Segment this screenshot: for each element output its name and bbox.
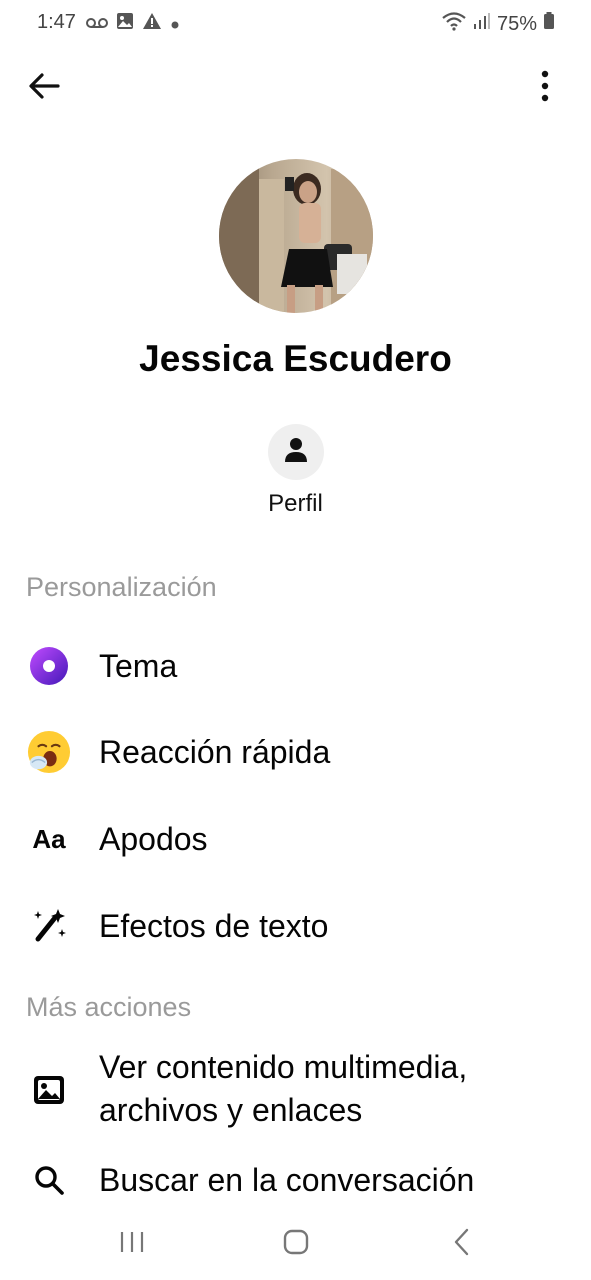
home-button[interactable] [266,1224,326,1264]
arrow-left-icon [28,72,60,105]
dot-icon [170,13,180,36]
list-item-view-media[interactable]: Ver contenido multimedia, archivos y enl… [0,1046,591,1134]
status-bar: 1:47 75% [0,0,591,46]
vertical-dots-icon [541,70,549,107]
top-app-bar [0,60,591,112]
battery-percentage: 75% [496,12,537,35]
list-item-theme[interactable]: Tema [0,644,591,688]
list-item-label: Tema [99,648,178,684]
home-icon [283,1229,309,1260]
nickname-aa-icon: Aa [32,823,66,854]
list-item-quick-reaction[interactable]: Reacción rápida [0,730,591,774]
yawning-face-emoji-icon [27,730,71,774]
image-icon [27,1068,71,1112]
signal-icon [473,12,491,36]
alert-icon [142,12,162,36]
search-icon [27,1158,71,1202]
list-item-label: Reacción rápida [99,734,331,770]
theme-icon [27,644,71,688]
wifi-icon [441,11,467,37]
system-back-button[interactable] [432,1224,492,1264]
recent-apps-button[interactable] [102,1224,162,1264]
voicemail-icon [86,13,108,36]
chevron-left-icon [453,1228,471,1261]
recent-apps-icon [119,1230,145,1259]
system-navigation-bar [0,1210,591,1280]
list-item-search-conversation[interactable]: Buscar en la conversación [0,1158,591,1202]
list-item-label-line2: archivos y enlaces [99,1092,363,1128]
section-title-more-actions: Más acciones [26,992,192,1022]
person-icon [284,437,308,468]
list-item-nicknames[interactable]: Aa Apodos [0,817,591,861]
list-item-label: Efectos de texto [99,908,329,944]
contact-name: Jessica Escudero [139,338,452,379]
avatar[interactable] [219,159,373,313]
section-title-personalization: Personalización [26,572,217,602]
list-item-text-effects[interactable]: Efectos de texto [0,904,591,948]
list-item-label: Buscar en la conversación [99,1162,475,1198]
profile-button[interactable] [268,424,324,480]
magic-wand-icon [27,904,71,948]
more-options-button[interactable] [535,68,555,108]
status-time: 1:47 [37,11,76,33]
gallery-icon [116,12,134,36]
battery-icon [543,12,555,36]
list-item-label-line1: Ver contenido multimedia, [99,1049,468,1085]
back-button[interactable] [24,68,64,108]
list-item-label: Apodos [99,821,208,857]
profile-button-label: Perfil [268,490,323,517]
